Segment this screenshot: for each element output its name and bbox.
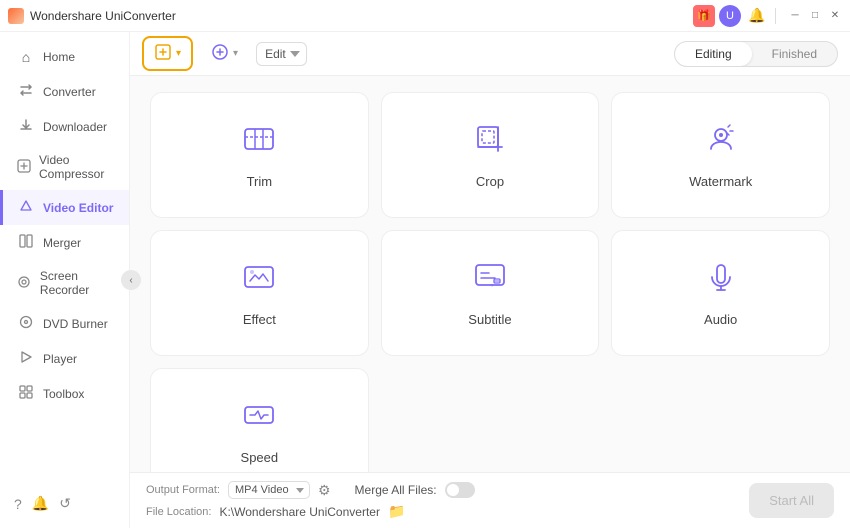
app-logo [8, 8, 24, 24]
sidebar-item-merger[interactable]: Merger [0, 225, 129, 260]
sidebar-label-video-editor: Video Editor [43, 201, 113, 215]
screen-recorder-icon [17, 275, 32, 292]
sidebar-item-downloader[interactable]: Downloader [0, 109, 129, 144]
app-body: ⌂ Home Converter Downloader Video Compre… [0, 32, 850, 528]
sidebar-item-home[interactable]: ⌂ Home [0, 40, 129, 74]
subtitle-label: Subtitle [468, 312, 511, 327]
sidebar-label-home: Home [43, 50, 75, 64]
sidebar-item-video-compressor[interactable]: Video Compressor [0, 144, 129, 190]
video-editor-icon [17, 199, 35, 216]
sidebar-item-dvd-burner[interactable]: DVD Burner [0, 306, 129, 341]
downloader-icon [17, 118, 35, 135]
crop-icon [472, 121, 508, 164]
close-button[interactable]: ✕ [828, 9, 842, 23]
output-format-line: Output Format: MP4 Video ⚙ Merge All Fil… [146, 481, 733, 499]
compressor-icon [17, 159, 31, 176]
gift-button[interactable]: 🎁 [693, 5, 715, 27]
speed-label: Speed [241, 450, 279, 465]
sidebar-item-video-editor[interactable]: Video Editor [0, 190, 129, 225]
tab-finished[interactable]: Finished [752, 42, 837, 66]
maximize-button[interactable]: □ [808, 9, 822, 23]
watermark-card[interactable]: Watermark [611, 92, 830, 218]
tab-group: Editing Finished [674, 41, 838, 67]
refresh-button[interactable]: ↺ [59, 495, 71, 512]
add-scene-icon [211, 43, 229, 64]
crop-card[interactable]: Crop [381, 92, 600, 218]
add-scene-button[interactable]: ▾ [201, 38, 248, 69]
output-format-label: Output Format: [146, 484, 220, 496]
speed-card[interactable]: Speed [150, 368, 369, 472]
edit-select[interactable]: Edit [256, 42, 307, 66]
sidebar-item-screen-recorder[interactable]: Screen Recorder [0, 260, 129, 306]
sidebar-label-video-compressor: Video Compressor [39, 153, 115, 181]
effect-label: Effect [243, 312, 276, 327]
sidebar-label-merger: Merger [43, 236, 81, 250]
toolbox-icon [17, 385, 35, 402]
toolbar: ▾ ▾ Edit Editing Finished [130, 32, 850, 76]
sidebar-item-converter[interactable]: Converter [0, 74, 129, 109]
trim-icon [241, 121, 277, 164]
audio-icon [703, 259, 739, 302]
crop-label: Crop [476, 174, 504, 189]
title-bar: Wondershare UniConverter 🎁 U 🔔 ─ □ ✕ [0, 0, 850, 32]
bottom-bar: Output Format: MP4 Video ⚙ Merge All Fil… [130, 472, 850, 528]
output-settings-icon[interactable]: ⚙ [318, 482, 331, 499]
sidebar: ⌂ Home Converter Downloader Video Compre… [0, 32, 130, 528]
main-content: ▾ ▾ Edit Editing Finished [130, 32, 850, 528]
title-bar-left: Wondershare UniConverter [8, 8, 176, 24]
player-icon [17, 350, 35, 367]
sidebar-bottom: ? 🔔 ↺ [0, 487, 129, 520]
sidebar-collapse-button[interactable]: ‹ [121, 270, 141, 290]
sidebar-label-player: Player [43, 352, 77, 366]
home-icon: ⌂ [17, 49, 35, 65]
sidebar-label-screen-recorder: Screen Recorder [40, 269, 115, 297]
window-controls: ─ □ ✕ [788, 9, 842, 23]
watermark-label: Watermark [689, 174, 752, 189]
subtitle-card[interactable]: Subtitle [381, 230, 600, 356]
speed-icon [241, 397, 277, 440]
converter-icon [17, 83, 35, 100]
effect-icon [241, 259, 277, 302]
sidebar-item-player[interactable]: Player [0, 341, 129, 376]
sidebar-label-converter: Converter [43, 85, 96, 99]
file-location-line: File Location: K:\Wondershare UniConvert… [146, 503, 733, 520]
watermark-icon [703, 121, 739, 164]
sidebar-label-toolbox: Toolbox [43, 387, 84, 401]
trim-label: Trim [247, 174, 273, 189]
merge-all-label: Merge All Files: [355, 483, 437, 497]
add-file-icon [154, 43, 172, 64]
merger-icon [17, 234, 35, 251]
folder-icon[interactable]: 📁 [388, 503, 405, 520]
output-format-select[interactable]: MP4 Video [228, 481, 310, 499]
sidebar-label-downloader: Downloader [43, 120, 107, 134]
sidebar-item-toolbox[interactable]: Toolbox [0, 376, 129, 411]
effect-card[interactable]: Effect [150, 230, 369, 356]
avatar-button[interactable]: U [719, 5, 741, 27]
sidebar-label-dvd-burner: DVD Burner [43, 317, 108, 331]
card-grid: Trim Crop [150, 92, 830, 472]
bottom-options: Output Format: MP4 Video ⚙ Merge All Fil… [146, 481, 733, 520]
start-all-button[interactable]: Start All [749, 483, 834, 518]
tab-editing[interactable]: Editing [675, 42, 752, 66]
title-bar-right: 🎁 U 🔔 ─ □ ✕ [693, 4, 842, 28]
separator [775, 8, 776, 24]
help-button[interactable]: ? [14, 496, 22, 512]
subtitle-icon [472, 259, 508, 302]
add-file-arrow: ▾ [176, 48, 181, 59]
dvd-burner-icon [17, 315, 35, 332]
bell-button[interactable]: 🔔 [745, 4, 769, 28]
file-location-label: File Location: [146, 506, 211, 518]
audio-card[interactable]: Audio [611, 230, 830, 356]
grid-area: Trim Crop [130, 76, 850, 472]
merge-all-toggle[interactable] [445, 482, 475, 498]
notification-button[interactable]: 🔔 [32, 495, 49, 512]
app-title: Wondershare UniConverter [30, 9, 176, 23]
file-location-value: K:\Wondershare UniConverter [219, 505, 380, 519]
trim-card[interactable]: Trim [150, 92, 369, 218]
add-file-button[interactable]: ▾ [142, 36, 193, 71]
add-scene-arrow: ▾ [233, 48, 238, 59]
minimize-button[interactable]: ─ [788, 9, 802, 23]
audio-label: Audio [704, 312, 737, 327]
